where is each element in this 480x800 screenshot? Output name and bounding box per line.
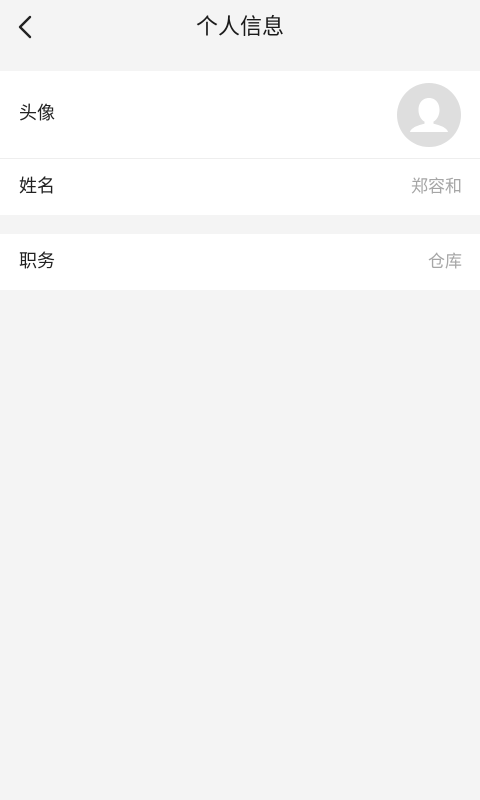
role-row[interactable]: 职务 仓库 [0,234,480,290]
page-title: 个人信息 [195,15,284,40]
role-card: 职务 仓库 [0,234,480,290]
app-header: 个人信息 [0,0,480,56]
avatar[interactable] [397,83,461,147]
user-silhouette-icon [397,83,461,147]
role-value: 仓库 [428,252,462,272]
avatar-row[interactable]: 头像 [0,71,480,159]
name-value: 郑容和 [411,177,462,197]
role-label: 职务 [19,251,55,272]
name-row[interactable]: 姓名 郑容和 [0,159,480,215]
avatar-label: 头像 [19,103,55,124]
profile-card: 头像 姓名 郑容和 [0,71,480,215]
name-label: 姓名 [19,176,55,197]
